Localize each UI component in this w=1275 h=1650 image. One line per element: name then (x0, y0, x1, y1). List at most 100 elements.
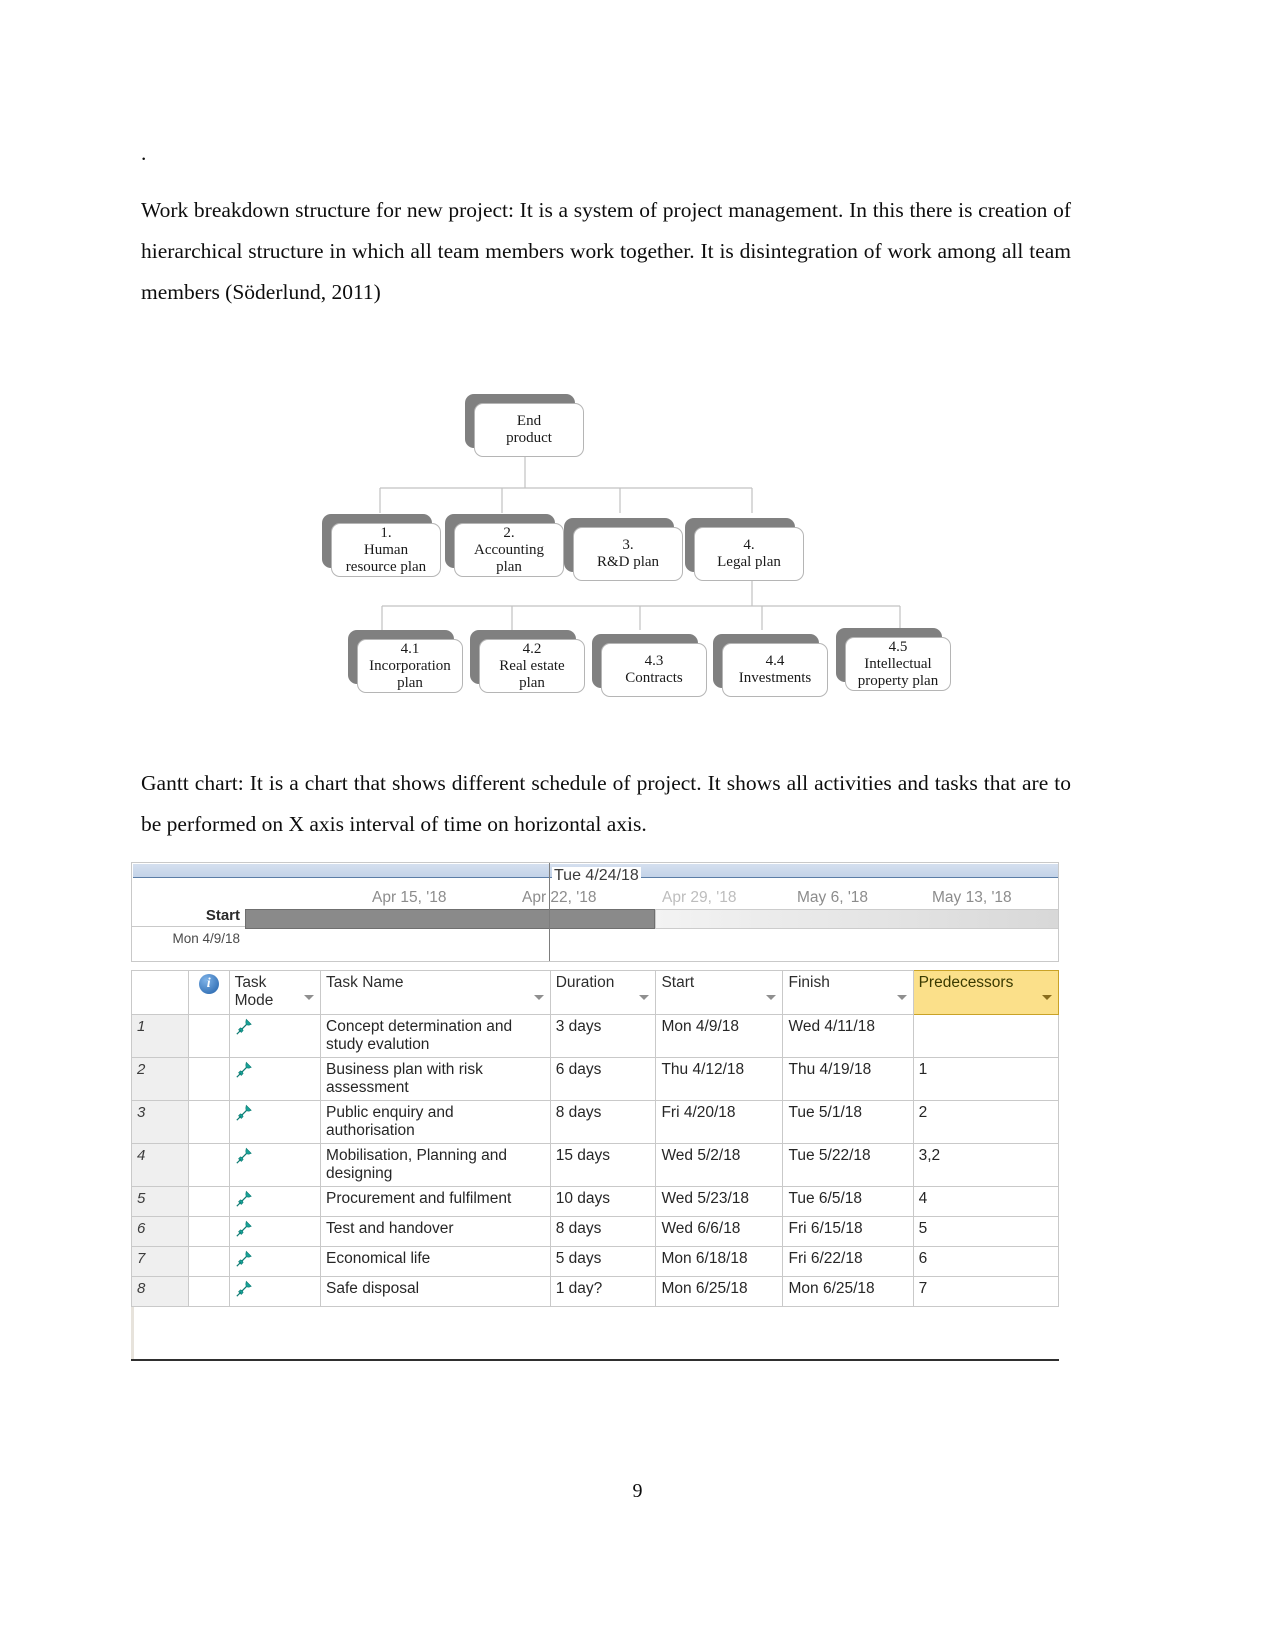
table-row[interactable]: 5 Procurement and fulfilment 10 days Wed… (131, 1186, 1060, 1217)
header-task-mode-line2: Mode (234, 992, 274, 1009)
wbs-node-rd-plan[interactable]: 3. R&D plan (564, 518, 683, 581)
row-start: Wed 6/6/18 (655, 1216, 784, 1247)
wbs-node-investments[interactable]: 4.4 Investments (713, 634, 828, 697)
wbs-node-line1: Accounting (474, 541, 544, 558)
wbs-node-real-estate-plan[interactable]: 4.2 Real estate plan (470, 630, 585, 693)
timeline-today-line (549, 863, 550, 961)
paragraph-wbs-intro: Work breakdown structure for new project… (141, 198, 1071, 304)
timeline-tick-label: Apr 22, '18 (522, 889, 597, 906)
row-indicator-cell[interactable] (187, 1100, 230, 1144)
wbs-node-line1: Investments (738, 670, 812, 686)
table-row[interactable]: 1 Concept determination and study evalut… (131, 1014, 1060, 1058)
row-indicator-cell[interactable] (187, 1216, 230, 1247)
wbs-node-line1: Human (363, 541, 409, 558)
row-indicator-cell[interactable] (187, 1246, 230, 1277)
wbs-node-line1: Intellectual (864, 655, 932, 672)
row-task-name: Safe disposal (320, 1276, 551, 1307)
wbs-node-intellectual-property-plan[interactable]: 4.5 Intellectual property plan (836, 628, 951, 691)
row-task-mode-cell[interactable] (228, 1186, 322, 1217)
wbs-node-number: 4.1 (400, 640, 420, 657)
header-row-number[interactable] (131, 970, 189, 1015)
row-finish: Fri 6/22/18 (782, 1246, 914, 1277)
row-number: 1 (131, 1014, 189, 1058)
wbs-node-number: 2. (503, 524, 515, 541)
row-task-mode-cell[interactable] (228, 1216, 322, 1247)
wbs-node-number: 4.3 (644, 653, 664, 669)
row-task-mode-cell[interactable] (228, 1246, 322, 1277)
wbs-node-legal-plan[interactable]: 4. Legal plan (685, 518, 804, 581)
row-start: Mon 6/18/18 (655, 1246, 784, 1277)
header-predecessors[interactable]: Predecessors (912, 970, 1060, 1015)
timeline-start-label: Start (205, 907, 240, 924)
pushpin-icon (235, 1147, 252, 1164)
wbs-node-box: 3. R&D plan (573, 527, 683, 581)
header-task-name[interactable]: Task Name (320, 970, 551, 1015)
wbs-node-line2: resource plan (345, 558, 427, 575)
wbs-node-line1: Contracts (625, 670, 683, 686)
table-row[interactable]: 7 Economical life 5 days Mon 6/18/18 Fri… (131, 1246, 1060, 1277)
chevron-down-icon[interactable] (639, 995, 650, 1000)
row-task-mode-cell[interactable] (228, 1100, 322, 1144)
table-row[interactable]: 8 Safe disposal 1 day? Mon 6/25/18 Mon 6… (131, 1276, 1060, 1307)
row-start: Fri 4/20/18 (655, 1100, 784, 1144)
table-header-row: i Task Mode Task Name Duration Start Fin… (131, 970, 1060, 1015)
row-duration: 8 days (549, 1100, 657, 1144)
chevron-down-icon[interactable] (766, 995, 777, 1000)
paragraph-gantt-intro: Gantt chart: It is a chart that shows di… (141, 771, 1071, 836)
row-task-mode-cell[interactable] (228, 1057, 322, 1101)
table-row[interactable]: 6 Test and handover 8 days Wed 6/6/18 Fr… (131, 1216, 1060, 1247)
wbs-node-line1: Incorporation (369, 657, 451, 674)
table-row[interactable]: 2 Business plan with risk assessment 6 d… (131, 1057, 1060, 1101)
wbs-node-line1: Real estate (499, 657, 565, 674)
header-info-column[interactable]: i (187, 970, 230, 1015)
row-finish: Thu 4/19/18 (782, 1057, 914, 1101)
header-finish-label: Finish (788, 974, 830, 991)
row-task-mode-cell[interactable] (228, 1143, 322, 1187)
row-indicator-cell[interactable] (187, 1186, 230, 1217)
header-start-label: Start (661, 974, 695, 991)
wbs-node-line2: property plan (857, 672, 939, 689)
row-predecessors: 6 (912, 1246, 1060, 1277)
pushpin-icon (235, 1018, 252, 1035)
header-duration[interactable]: Duration (549, 970, 657, 1015)
row-indicator-cell[interactable] (187, 1143, 230, 1187)
pushpin-icon (235, 1190, 252, 1207)
header-start[interactable]: Start (655, 970, 784, 1015)
wbs-node-contracts[interactable]: 4.3 Contracts (592, 634, 707, 697)
wbs-node-accounting-plan[interactable]: 2. Accounting plan (445, 514, 564, 577)
row-task-name: Mobilisation, Planning and designing (320, 1143, 551, 1187)
table-row[interactable]: 3 Public enquiry and authorisation 8 day… (131, 1100, 1060, 1144)
chevron-down-icon[interactable] (1042, 995, 1052, 1000)
timeline-start-date: Mon 4/9/18 (172, 931, 240, 946)
wbs-node-human-resource-plan[interactable]: 1. Human resource plan (322, 514, 441, 577)
row-task-mode-cell[interactable] (228, 1276, 322, 1307)
wbs-node-incorporation-plan[interactable]: 4.1 Incorporation plan (348, 630, 463, 693)
wbs-node-box: 4.1 Incorporation plan (357, 639, 463, 693)
wbs-node-number: 4. (743, 537, 755, 553)
wbs-node-number: 4.5 (888, 638, 908, 655)
chevron-down-icon[interactable] (896, 995, 907, 1000)
row-finish: Wed 4/11/18 (782, 1014, 914, 1058)
table-row[interactable]: 4 Mobilisation, Planning and designing 1… (131, 1143, 1060, 1187)
header-finish[interactable]: Finish (782, 970, 914, 1015)
wbs-node-line1: Legal plan (717, 554, 781, 570)
row-task-mode-cell[interactable] (228, 1014, 322, 1058)
wbs-node-number: 4.2 (522, 640, 542, 657)
row-indicator-cell[interactable] (187, 1057, 230, 1101)
chevron-down-icon[interactable] (304, 995, 315, 1000)
row-duration: 8 days (549, 1216, 657, 1247)
row-number: 5 (131, 1186, 189, 1217)
header-task-name-label: Task Name (326, 974, 404, 991)
wbs-node-number: 4.4 (765, 653, 785, 669)
chevron-down-icon[interactable] (533, 995, 544, 1000)
row-indicator-cell[interactable] (187, 1276, 230, 1307)
leading-dot-mark: . (141, 141, 147, 165)
wbs-node-end-product[interactable]: End product (465, 394, 584, 457)
row-duration: 5 days (549, 1246, 657, 1277)
info-icon: i (198, 974, 219, 994)
row-task-name: Business plan with risk assessment (320, 1057, 551, 1101)
timeline-remaining-bar (655, 909, 1058, 929)
row-indicator-cell[interactable] (187, 1014, 230, 1058)
header-task-mode[interactable]: Task Mode (228, 970, 322, 1015)
row-task-name: Test and handover (320, 1216, 551, 1247)
